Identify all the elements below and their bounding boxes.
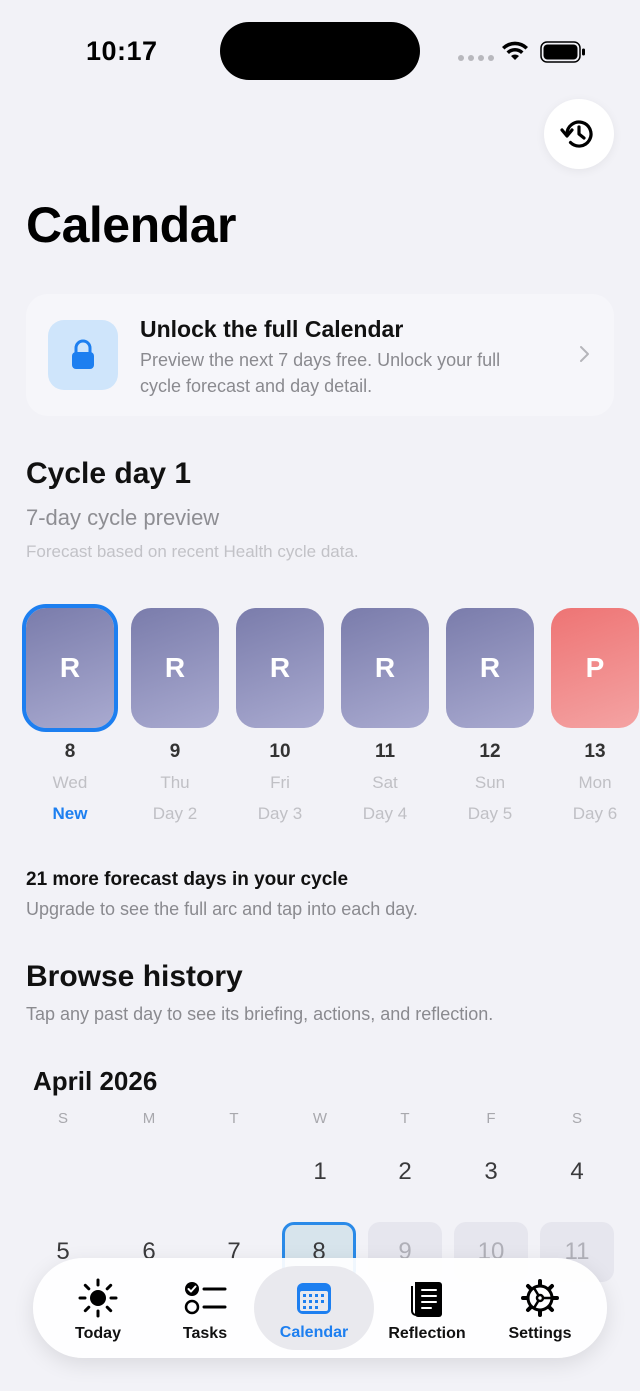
dynamic-island (220, 22, 420, 80)
day-weekday: Sun (474, 773, 506, 792)
history-button[interactable] (544, 99, 614, 169)
cellular-signal-icon (458, 55, 494, 61)
calendar-day[interactable]: 1 (283, 1142, 357, 1202)
day-weekday: Thu (160, 773, 190, 792)
journal-icon (411, 1282, 442, 1317)
browse-history-description: Tap any past day to see its briefing, ac… (26, 1004, 494, 1024)
battery-icon (540, 41, 585, 63)
weekday-label: T (229, 1110, 239, 1127)
chevron-right-icon (580, 346, 589, 362)
checklist-icon (184, 1282, 227, 1315)
day-status: Day 5 (467, 804, 513, 823)
day-tile[interactable]: R (131, 608, 219, 728)
browse-history-title: Browse history (26, 960, 243, 993)
day-number: 9 (169, 741, 181, 762)
weekday-label: S (571, 1110, 582, 1127)
day-tile[interactable]: R (22, 604, 118, 732)
tab-label: Settings (508, 1325, 572, 1342)
calendar-day[interactable]: 2 (368, 1142, 442, 1202)
cycle-preview-label: 7-day cycle preview (26, 505, 220, 530)
tab-label: Calendar (279, 1324, 349, 1341)
tab-settings[interactable]: Settings (484, 1258, 596, 1358)
month-title: April 2026 (33, 1066, 158, 1096)
more-forecast-description: Upgrade to see the full arc and tap into… (26, 899, 418, 919)
tab-bar: Today Tasks Calendar Reflection Settings (33, 1258, 607, 1358)
tab-calendar[interactable]: Calendar (254, 1266, 374, 1350)
day-tile[interactable]: R (236, 608, 324, 728)
day-status: Day 2 (152, 804, 198, 823)
calendar-day[interactable]: 3 (454, 1142, 528, 1202)
clock-history-icon (560, 120, 593, 148)
day-number: 10 (269, 741, 291, 762)
day-strip: R 8 Wed New R 9 Thu Day 2 R 10 Fri Day 3… (0, 604, 640, 835)
cycle-day-title: Cycle day 1 (26, 457, 192, 490)
day-weekday: Fri (270, 773, 290, 792)
wifi-icon (502, 41, 528, 60)
day-status: Day 6 (572, 804, 618, 823)
status-time: 10:17 (86, 36, 158, 66)
tab-label: Tasks (182, 1325, 228, 1342)
day-weekday: Wed (52, 773, 88, 792)
calendar-icon (297, 1283, 331, 1314)
unlock-title: Unlock the full Calendar (140, 316, 404, 342)
tab-tasks[interactable]: Tasks (149, 1258, 261, 1358)
weekday-label: T (400, 1110, 410, 1127)
gear-icon (521, 1279, 559, 1317)
day-weekday: Sat (372, 773, 398, 792)
tab-today[interactable]: Today (42, 1258, 154, 1358)
day-number: 12 (479, 741, 501, 762)
forecast-note: Forecast based on recent Health cycle da… (26, 542, 359, 561)
sun-icon (78, 1278, 118, 1318)
lock-icon-tile (48, 320, 118, 390)
day-number: 11 (374, 741, 396, 762)
lock-icon (72, 339, 94, 369)
weekday-label: W (312, 1110, 328, 1127)
status-bar: 10:17 (0, 0, 640, 100)
weekday-label: S (57, 1110, 68, 1127)
day-number: 13 (584, 741, 606, 762)
calendar-day[interactable]: 4 (540, 1142, 614, 1202)
unlock-description: Preview the next 7 days free. Unlock you… (140, 350, 501, 396)
tab-reflection[interactable]: Reflection (371, 1258, 483, 1358)
day-weekday: Mon (578, 773, 612, 792)
page-title: Calendar (26, 197, 236, 253)
weekday-label: M (142, 1110, 156, 1127)
day-status: Day 4 (362, 804, 408, 823)
unlock-calendar-card[interactable]: Unlock the full Calendar Preview the nex… (26, 294, 614, 416)
weekday-label: F (486, 1110, 496, 1127)
day-tile[interactable]: R (446, 608, 534, 728)
day-tile[interactable]: R (341, 608, 429, 728)
weekday-header: S M T W T F S (20, 1110, 620, 1134)
tab-label: Today (75, 1325, 121, 1342)
tab-label: Reflection (388, 1325, 466, 1342)
day-status: Day 3 (257, 804, 303, 823)
day-status: New (52, 804, 88, 823)
day-tile[interactable]: P (551, 608, 639, 728)
day-number: 8 (64, 741, 76, 762)
more-forecast-title: 21 more forecast days in your cycle (26, 869, 349, 890)
